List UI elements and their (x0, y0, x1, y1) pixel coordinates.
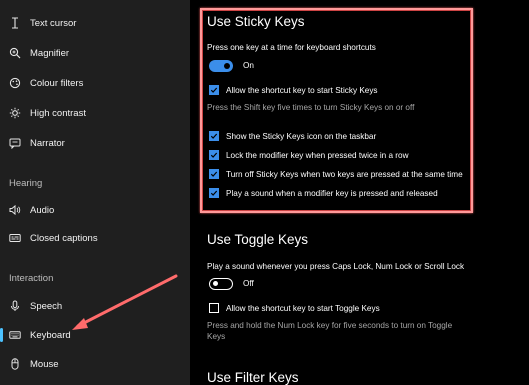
sticky-option-label: Lock the modifier key when pressed twice… (226, 151, 409, 160)
closed-captions-icon (9, 232, 21, 244)
sticky-shortcut-checkbox[interactable] (209, 85, 219, 95)
sidebar-item-label: Keyboard (30, 329, 71, 341)
sidebar-item-label: Narrator (30, 137, 65, 149)
checkmark-icon (210, 133, 218, 139)
keyboard-icon (9, 329, 21, 341)
sticky-option-checkbox[interactable] (209, 169, 219, 179)
sidebar-item-label: Magnifier (30, 47, 70, 59)
sidebar-item-label: Closed captions (30, 232, 98, 244)
checkmark-icon (210, 190, 218, 196)
sidebar-item-label: Text cursor (30, 17, 77, 29)
sticky-shortcut-description: Press the Shift key five times to turn S… (207, 103, 415, 112)
checkmark-icon (210, 152, 218, 158)
sticky-keys-description: Press one key at a time for keyboard sho… (207, 43, 376, 52)
toggle-keys-heading: Use Toggle Keys (207, 232, 309, 247)
section-label-hearing: Hearing (9, 178, 43, 189)
sticky-keys-toggle[interactable] (209, 60, 233, 72)
sidebar-item-mouse[interactable]: Mouse (0, 349, 190, 379)
mouse-icon (9, 358, 21, 370)
toggle-keys-toggle-state: Off (243, 279, 254, 288)
toggle-shortcut-label: Allow the shortcut key to start Toggle K… (226, 304, 380, 313)
checkmark-icon (210, 171, 218, 177)
sidebar-item-text-cursor[interactable]: Text cursor (0, 8, 190, 38)
sidebar-item-label: High contrast (30, 107, 86, 119)
narrator-icon (9, 137, 21, 149)
sidebar-item-keyboard[interactable]: Keyboard (0, 320, 190, 350)
toggle-shortcut-description: Press and hold the Num Lock key for five… (207, 321, 453, 330)
audio-icon (9, 204, 21, 216)
sidebar-item-magnifier[interactable]: Magnifier (0, 38, 190, 68)
sidebar: Text cursor Magnifier Colour filters Hig… (0, 0, 190, 385)
sidebar-item-audio[interactable]: Audio (0, 195, 190, 225)
filter-keys-heading: Use Filter Keys (207, 370, 299, 385)
toggle-keys-description: Play a sound whenever you press Caps Loc… (207, 262, 465, 271)
toggle-keys-toggle[interactable] (209, 278, 233, 290)
sidebar-item-colour-filters[interactable]: Colour filters (0, 68, 190, 98)
high-contrast-icon (9, 107, 21, 119)
microphone-icon (9, 300, 21, 312)
sticky-keys-heading: Use Sticky Keys (207, 14, 305, 29)
sidebar-item-label: Audio (30, 204, 55, 216)
sidebar-item-closed-captions[interactable]: Closed captions (0, 223, 190, 253)
sidebar-item-label: Mouse (30, 358, 59, 370)
sticky-option-label: Play a sound when a modifier key is pres… (226, 189, 438, 198)
text-cursor-icon (9, 17, 21, 29)
sticky-option-label: Show the Sticky Keys icon on the taskbar (226, 132, 377, 141)
sidebar-item-high-contrast[interactable]: High contrast (0, 98, 190, 128)
settings-content: Use Sticky Keys Press one key at a time … (190, 0, 529, 385)
sticky-option-checkbox[interactable] (209, 188, 219, 198)
sidebar-item-label: Colour filters (30, 77, 84, 89)
sidebar-item-narrator[interactable]: Narrator (0, 128, 190, 158)
colour-filters-icon (9, 77, 21, 89)
sidebar-item-speech[interactable]: Speech (0, 291, 190, 321)
sticky-keys-toggle-state: On (243, 61, 254, 70)
toggle-shortcut-checkbox[interactable] (209, 303, 219, 313)
sticky-shortcut-label: Allow the shortcut key to start Sticky K… (226, 86, 378, 95)
checkmark-icon (210, 87, 218, 93)
sticky-option-checkbox[interactable] (209, 150, 219, 160)
magnifier-icon (9, 47, 21, 59)
sticky-option-checkbox[interactable] (209, 131, 219, 141)
section-label-interaction: Interaction (9, 273, 54, 284)
sticky-option-label: Turn off Sticky Keys when two keys are p… (226, 170, 463, 179)
toggle-shortcut-description-cont: Keys (207, 332, 226, 341)
sidebar-item-label: Speech (30, 300, 63, 312)
